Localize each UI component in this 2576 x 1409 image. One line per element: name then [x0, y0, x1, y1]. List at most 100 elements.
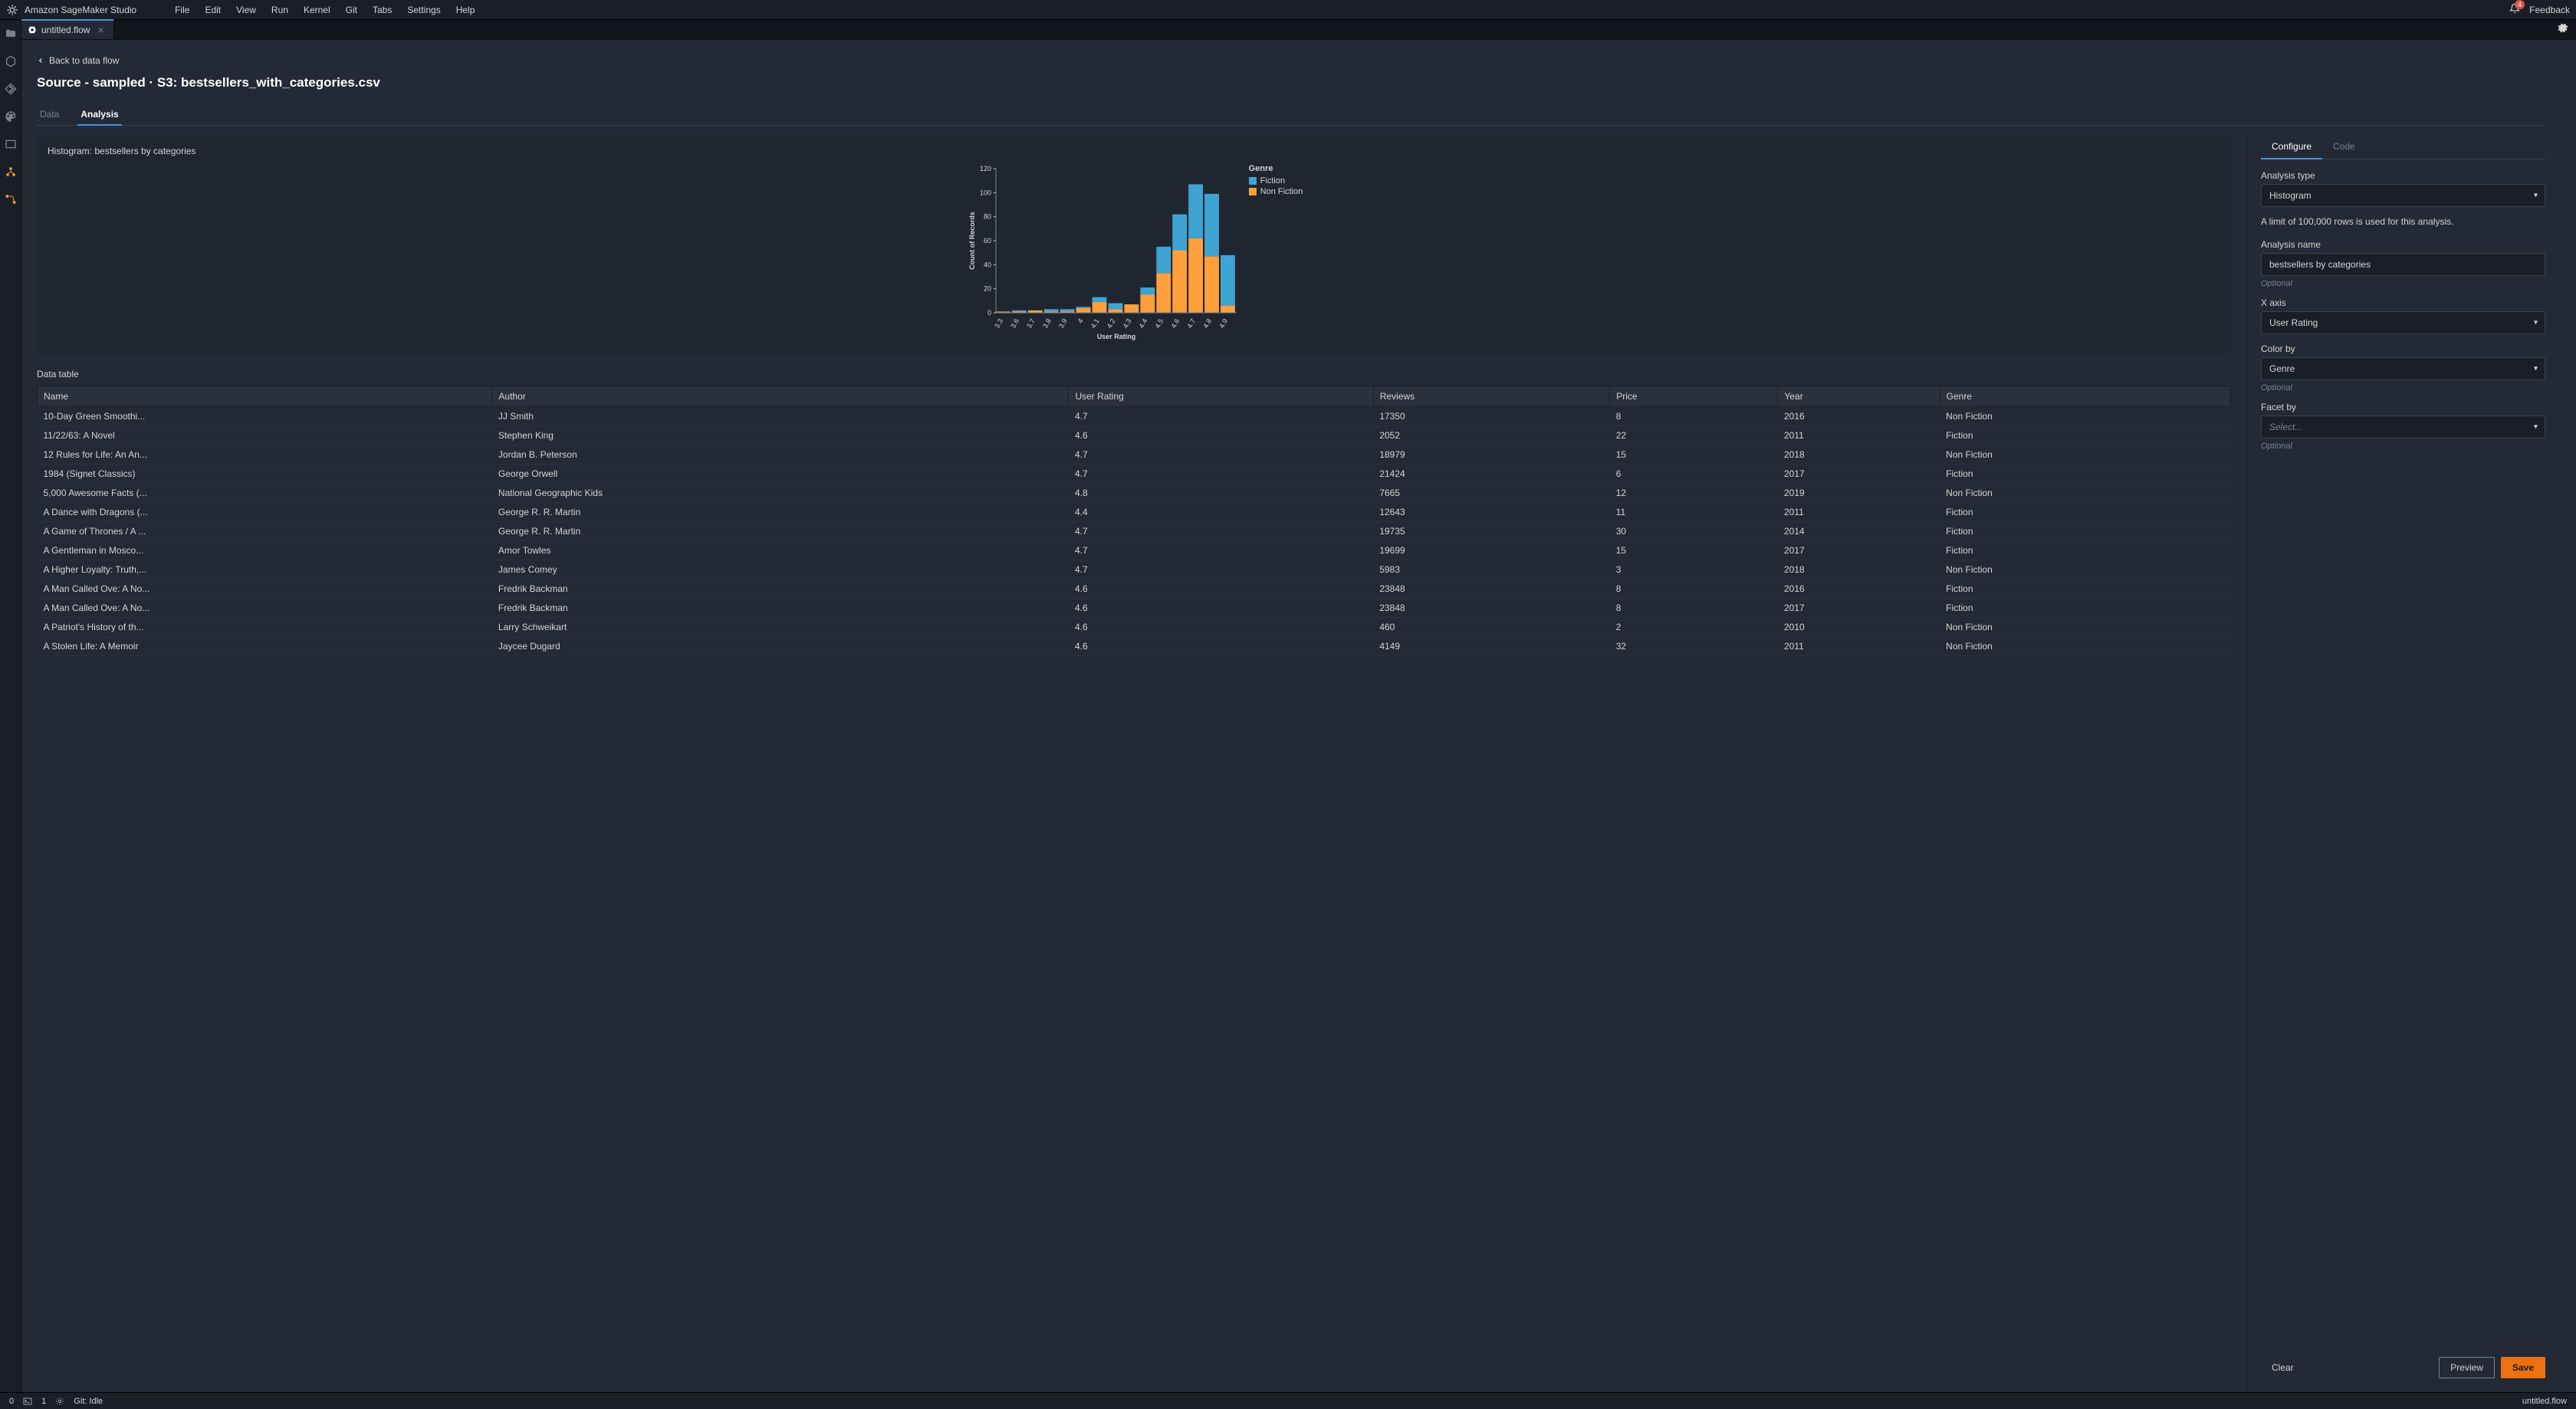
cell: 4149	[1373, 637, 1609, 656]
status-one: 1	[41, 1397, 46, 1406]
tab-close-icon[interactable]: ×	[94, 24, 107, 36]
facet-by-select[interactable]: Select...	[2261, 415, 2545, 438]
menu-tabs[interactable]: Tabs	[365, 2, 399, 18]
git-status: Git: Idle	[74, 1397, 103, 1406]
table-row[interactable]: A Man Called Ove: A No...Fredrik Backman…	[38, 580, 2231, 599]
svg-text:3.3: 3.3	[993, 317, 1004, 330]
x-axis-select[interactable]: User Rating	[2261, 311, 2545, 334]
col-header[interactable]: Price	[1610, 386, 1778, 407]
menu-help[interactable]: Help	[449, 2, 483, 18]
settings-small-icon[interactable]	[55, 1397, 64, 1406]
col-header[interactable]: Name	[38, 386, 492, 407]
menu-kernel[interactable]: Kernel	[296, 2, 338, 18]
table-row[interactable]: A Patriot's History of th...Larry Schwei…	[38, 618, 2231, 637]
chart-title: Histogram: bestsellers by categories	[48, 146, 2220, 156]
cell: 8	[1610, 407, 1778, 426]
status-filename: untitled.flow	[2522, 1397, 2567, 1406]
cell: 15	[1610, 445, 1778, 465]
cell: 2011	[1778, 503, 1940, 522]
cell: 4.6	[1069, 618, 1373, 637]
table-row[interactable]: A Dance with Dragons (...George R. R. Ma…	[38, 503, 2231, 522]
back-link-label: Back to data flow	[49, 55, 119, 66]
preview-button[interactable]: Preview	[2439, 1357, 2495, 1378]
tab-data[interactable]: Data	[37, 104, 62, 125]
left-rail	[0, 20, 21, 1392]
cell: 4.6	[1069, 599, 1373, 618]
cell: A Man Called Ove: A No...	[38, 580, 492, 599]
cell: 1984 (Signet Classics)	[38, 465, 492, 484]
menu-git[interactable]: Git	[338, 2, 365, 18]
svg-text:3.8: 3.8	[1041, 317, 1053, 330]
cell: Fiction	[1940, 580, 2230, 599]
cell: 2017	[1778, 541, 1940, 560]
cell: A Stolen Life: A Memoir	[38, 637, 492, 656]
col-header[interactable]: Genre	[1940, 386, 2230, 407]
workspace-settings-icon[interactable]	[2548, 18, 2576, 39]
table-row[interactable]: 10-Day Green Smoothi...JJ Smith4.7173508…	[38, 407, 2231, 426]
cell: 2011	[1778, 637, 1940, 656]
col-header[interactable]: User Rating	[1069, 386, 1373, 407]
save-button[interactable]: Save	[2501, 1357, 2545, 1378]
table-row[interactable]: 5,000 Awesome Facts (...National Geograp…	[38, 484, 2231, 503]
cell: 12 Rules for Life: An An...	[38, 445, 492, 465]
cell: Stephen King	[492, 426, 1069, 445]
table-row[interactable]: 12 Rules for Life: An An...Jordan B. Pet…	[38, 445, 2231, 465]
col-header[interactable]: Author	[492, 386, 1069, 407]
table-row[interactable]: 11/22/63: A NovelStephen King4.620522220…	[38, 426, 2231, 445]
cell: 4.7	[1069, 522, 1373, 541]
terminal-icon[interactable]	[23, 1397, 32, 1406]
tab-untitled-flow[interactable]: untitled.flow ×	[21, 19, 114, 39]
cell: 2010	[1778, 618, 1940, 637]
color-by-select[interactable]: Genre	[2261, 357, 2545, 380]
cell: 32	[1610, 637, 1778, 656]
cell: 23848	[1373, 580, 1609, 599]
feedback-link[interactable]: Feedback	[2529, 5, 2570, 15]
menu-run[interactable]: Run	[264, 2, 296, 18]
svg-text:4.9: 4.9	[1217, 317, 1229, 330]
cell: George Orwell	[492, 465, 1069, 484]
palette-icon[interactable]	[5, 110, 17, 123]
hexagon-icon[interactable]	[5, 55, 17, 67]
flow-icon[interactable]	[5, 193, 17, 205]
cell: A Man Called Ove: A No...	[38, 599, 492, 618]
tab-code[interactable]: Code	[2322, 135, 2366, 159]
clear-button[interactable]: Clear	[2261, 1358, 2305, 1378]
table-row[interactable]: A Man Called Ove: A No...Fredrik Backman…	[38, 599, 2231, 618]
analysis-name-input[interactable]	[2261, 253, 2545, 276]
table-row[interactable]: 1984 (Signet Classics)George Orwell4.721…	[38, 465, 2231, 484]
menu-view[interactable]: View	[228, 2, 264, 18]
notification-bell[interactable]: 4	[2509, 3, 2520, 16]
flow-file-icon	[28, 25, 37, 34]
cell: 2018	[1778, 445, 1940, 465]
col-header[interactable]: Reviews	[1373, 386, 1609, 407]
table-row[interactable]: A Game of Thrones / A ...George R. R. Ma…	[38, 522, 2231, 541]
cell: 17350	[1373, 407, 1609, 426]
app-logo-icon	[6, 4, 18, 16]
back-link[interactable]: Back to data flow	[37, 55, 2545, 66]
table-row[interactable]: A Stolen Life: A MemoirJaycee Dugard4.64…	[38, 637, 2231, 656]
svg-text:60: 60	[984, 237, 991, 245]
row-limit-note: A limit of 100,000 rows is used for this…	[2261, 216, 2545, 227]
col-header[interactable]: Year	[1778, 386, 1940, 407]
menu-settings[interactable]: Settings	[399, 2, 448, 18]
tab-analysis[interactable]: Analysis	[77, 104, 121, 126]
tab-configure[interactable]: Configure	[2261, 135, 2322, 159]
analysis-type-select[interactable]: Histogram	[2261, 184, 2545, 207]
cell: 4.7	[1069, 445, 1373, 465]
tab-label: untitled.flow	[41, 25, 90, 35]
nodes-icon[interactable]	[5, 166, 17, 178]
svg-text:4.5: 4.5	[1153, 317, 1165, 330]
cell: 2016	[1778, 580, 1940, 599]
table-row[interactable]: A Higher Loyalty: Truth,...James Comey4.…	[38, 560, 2231, 580]
hint-analysis-name: Optional	[2261, 279, 2545, 288]
cell: JJ Smith	[492, 407, 1069, 426]
menu-edit[interactable]: Edit	[197, 2, 228, 18]
folder-icon[interactable]	[5, 28, 17, 40]
table-row[interactable]: A Gentleman in Mosco...Amor Towles4.7196…	[38, 541, 2231, 560]
cell: 2	[1610, 618, 1778, 637]
panel-icon[interactable]	[5, 138, 17, 150]
cell: A Higher Loyalty: Truth,...	[38, 560, 492, 580]
menu-file[interactable]: File	[167, 2, 197, 18]
git-icon[interactable]	[5, 83, 17, 95]
cell: Jaycee Dugard	[492, 637, 1069, 656]
